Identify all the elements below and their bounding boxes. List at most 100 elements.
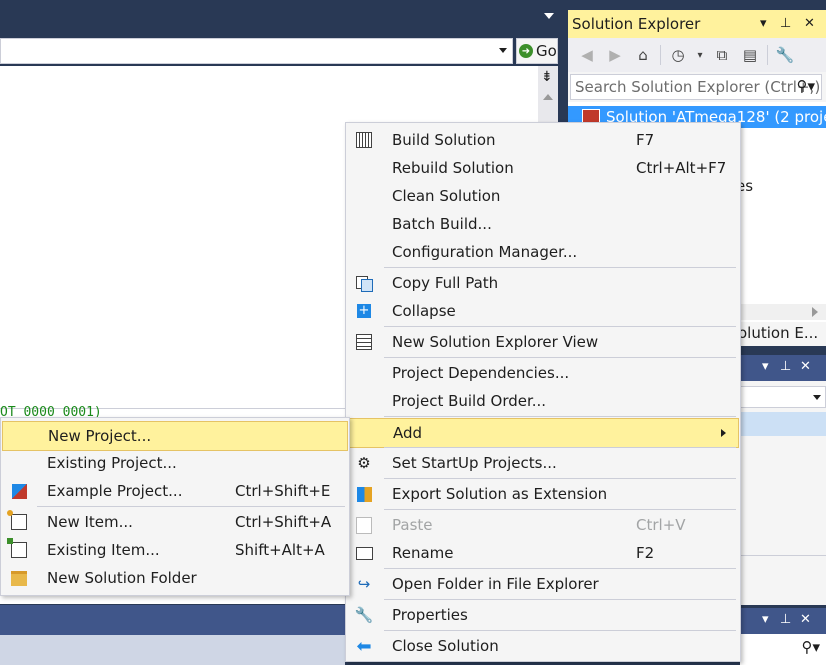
properties-panel-title: ▾ ⊥ ✕ [740, 355, 826, 381]
close-icon[interactable]: ✕ [800, 612, 811, 627]
chevron-down-icon[interactable] [544, 13, 554, 19]
address-dropdown[interactable] [0, 38, 513, 64]
menu-item-shortcut: Ctrl+Shift+E [235, 482, 331, 500]
split-icon[interactable]: ⇟ [541, 69, 553, 85]
menu-item-shortcut: Ctrl+V [636, 516, 686, 534]
new-item-icon [7, 510, 28, 531]
lower-panel-search[interactable]: ⚲▾ [740, 634, 826, 665]
menu-item-label: Set StartUp Projects... [392, 454, 557, 472]
menu-separator [384, 416, 736, 417]
menu-item-label: Open Folder in File Explorer [392, 575, 599, 593]
menu-item-example-project[interactable]: Example Project... Ctrl+Shift+E [2, 477, 348, 505]
menu-item-close-solution[interactable]: ⬅ Close Solution [347, 632, 739, 660]
menu-item-clean-solution[interactable]: Clean Solution [347, 182, 739, 210]
solution-context-menu: Build Solution F7 Rebuild Solution Ctrl+… [345, 122, 741, 662]
menu-item-rebuild-solution[interactable]: Rebuild Solution Ctrl+Alt+F7 [347, 154, 739, 182]
menu-item-shortcut: F7 [636, 131, 655, 149]
menu-item-project-build-order[interactable]: Project Build Order... [347, 387, 739, 415]
menu-item-existing-project[interactable]: Existing Project... [2, 449, 348, 477]
menu-item-export-solution[interactable]: Export Solution as Extension [347, 480, 739, 508]
scroll-right-icon[interactable] [812, 307, 818, 317]
solution-explorer-title-text: Solution Explorer [572, 15, 701, 33]
properties-object-dropdown[interactable] [740, 386, 826, 408]
search-icon[interactable]: ⚲▾ [801, 638, 820, 656]
properties-row[interactable] [740, 412, 826, 436]
export-icon [355, 485, 373, 503]
collapse-all-icon[interactable]: ⧉ [711, 44, 733, 66]
menu-item-open-folder[interactable]: ↪ Open Folder in File Explorer [347, 570, 739, 598]
menu-item-label: Copy Full Path [392, 274, 499, 292]
home-icon[interactable]: ⌂ [632, 44, 654, 66]
scroll-up-icon[interactable] [543, 94, 553, 100]
close-icon[interactable]: ✕ [800, 359, 811, 374]
menu-separator [384, 599, 736, 600]
go-arrow-icon: ➜ [519, 44, 533, 58]
open-folder-icon: ↪ [357, 575, 371, 593]
forward-icon[interactable]: ▶ [604, 44, 626, 66]
go-button-label: Go [536, 42, 557, 60]
new-view-icon [355, 333, 373, 351]
lower-panel-title: ▾ ⊥ ✕ [740, 608, 826, 634]
bottom-panel-body [0, 635, 345, 665]
submenu-arrow-icon [721, 429, 726, 437]
menu-separator [37, 506, 345, 507]
menu-separator [384, 630, 736, 631]
menu-item-label: Build Solution [392, 131, 496, 149]
document-tab-strip [0, 0, 562, 36]
menu-item-shortcut: Ctrl+Alt+F7 [636, 159, 727, 177]
new-folder-icon [10, 569, 28, 587]
menu-item-new-solution-explorer-view[interactable]: New Solution Explorer View [347, 328, 739, 356]
menu-separator [384, 357, 736, 358]
window-menu-icon[interactable]: ▾ [760, 16, 767, 31]
menu-item-configuration-manager[interactable]: Configuration Manager... [347, 238, 739, 266]
menu-item-label: Add [393, 424, 423, 442]
menu-item-build-solution[interactable]: Build Solution F7 [347, 126, 739, 154]
properties-wrench-icon[interactable]: 🔧 [774, 44, 796, 66]
menu-item-label: Paste [392, 516, 433, 534]
menu-item-label: Clean Solution [392, 187, 501, 205]
solution-explorer-search[interactable]: Search Solution Explorer (Ctrl+;) ⚲▾ [570, 74, 822, 100]
window-menu-icon[interactable]: ▾ [762, 359, 769, 374]
rename-icon [355, 544, 373, 562]
menu-item-label: Project Build Order... [392, 392, 547, 410]
menu-item-shortcut: F2 [636, 544, 655, 562]
window-menu-icon[interactable]: ▾ [762, 612, 769, 627]
menu-item-new-project[interactable]: New Project... [2, 421, 348, 451]
pin-icon[interactable]: ⊥ [780, 359, 791, 374]
menu-item-label: Collapse [392, 302, 456, 320]
toolbar-separator [660, 45, 661, 65]
menu-item-label: Project Dependencies... [392, 364, 570, 382]
menu-item-existing-item[interactable]: Existing Item... Shift+Alt+A [2, 536, 348, 564]
show-all-files-icon[interactable]: ▤ [739, 44, 761, 66]
menu-item-copy-full-path[interactable]: Copy Full Path [347, 269, 739, 297]
menu-item-shortcut: Shift+Alt+A [235, 541, 325, 559]
chevron-down-icon[interactable] [499, 48, 507, 53]
menu-item-batch-build[interactable]: Batch Build... [347, 210, 739, 238]
menu-item-properties[interactable]: 🔧 Properties [347, 601, 739, 629]
pending-changes-icon[interactable]: ◷ [667, 44, 689, 66]
chevron-down-icon[interactable] [813, 395, 821, 400]
tab-solution-explorer[interactable]: olution E... [738, 324, 818, 342]
menu-item-label: New Solution Folder [47, 569, 197, 587]
existing-item-icon [7, 538, 28, 559]
menu-item-new-solution-folder[interactable]: New Solution Folder [2, 564, 348, 592]
search-icon[interactable]: ⚲▾ [796, 77, 815, 95]
menu-item-paste[interactable]: Paste Ctrl+V [347, 511, 739, 539]
menu-item-label: Example Project... [47, 482, 183, 500]
pin-icon[interactable]: ⊥ [780, 612, 791, 627]
menu-item-set-startup-projects[interactable]: ⚙ Set StartUp Projects... [347, 449, 739, 477]
pin-icon[interactable]: ⊥ [780, 16, 791, 31]
build-icon [355, 131, 373, 149]
chevron-down-icon[interactable]: ▾ [695, 44, 705, 66]
menu-item-project-dependencies[interactable]: Project Dependencies... [347, 359, 739, 387]
menu-separator [384, 447, 736, 448]
back-icon[interactable]: ◀ [576, 44, 598, 66]
close-icon[interactable]: ✕ [804, 16, 815, 31]
divider [740, 555, 826, 556]
menu-item-add[interactable]: Add [347, 418, 739, 448]
toolbar-separator [767, 45, 768, 65]
menu-item-new-item[interactable]: New Item... Ctrl+Shift+A [2, 508, 348, 536]
menu-item-collapse[interactable]: + Collapse [347, 297, 739, 325]
go-button[interactable]: ➜ Go [516, 38, 558, 64]
menu-item-rename[interactable]: Rename F2 [347, 539, 739, 567]
